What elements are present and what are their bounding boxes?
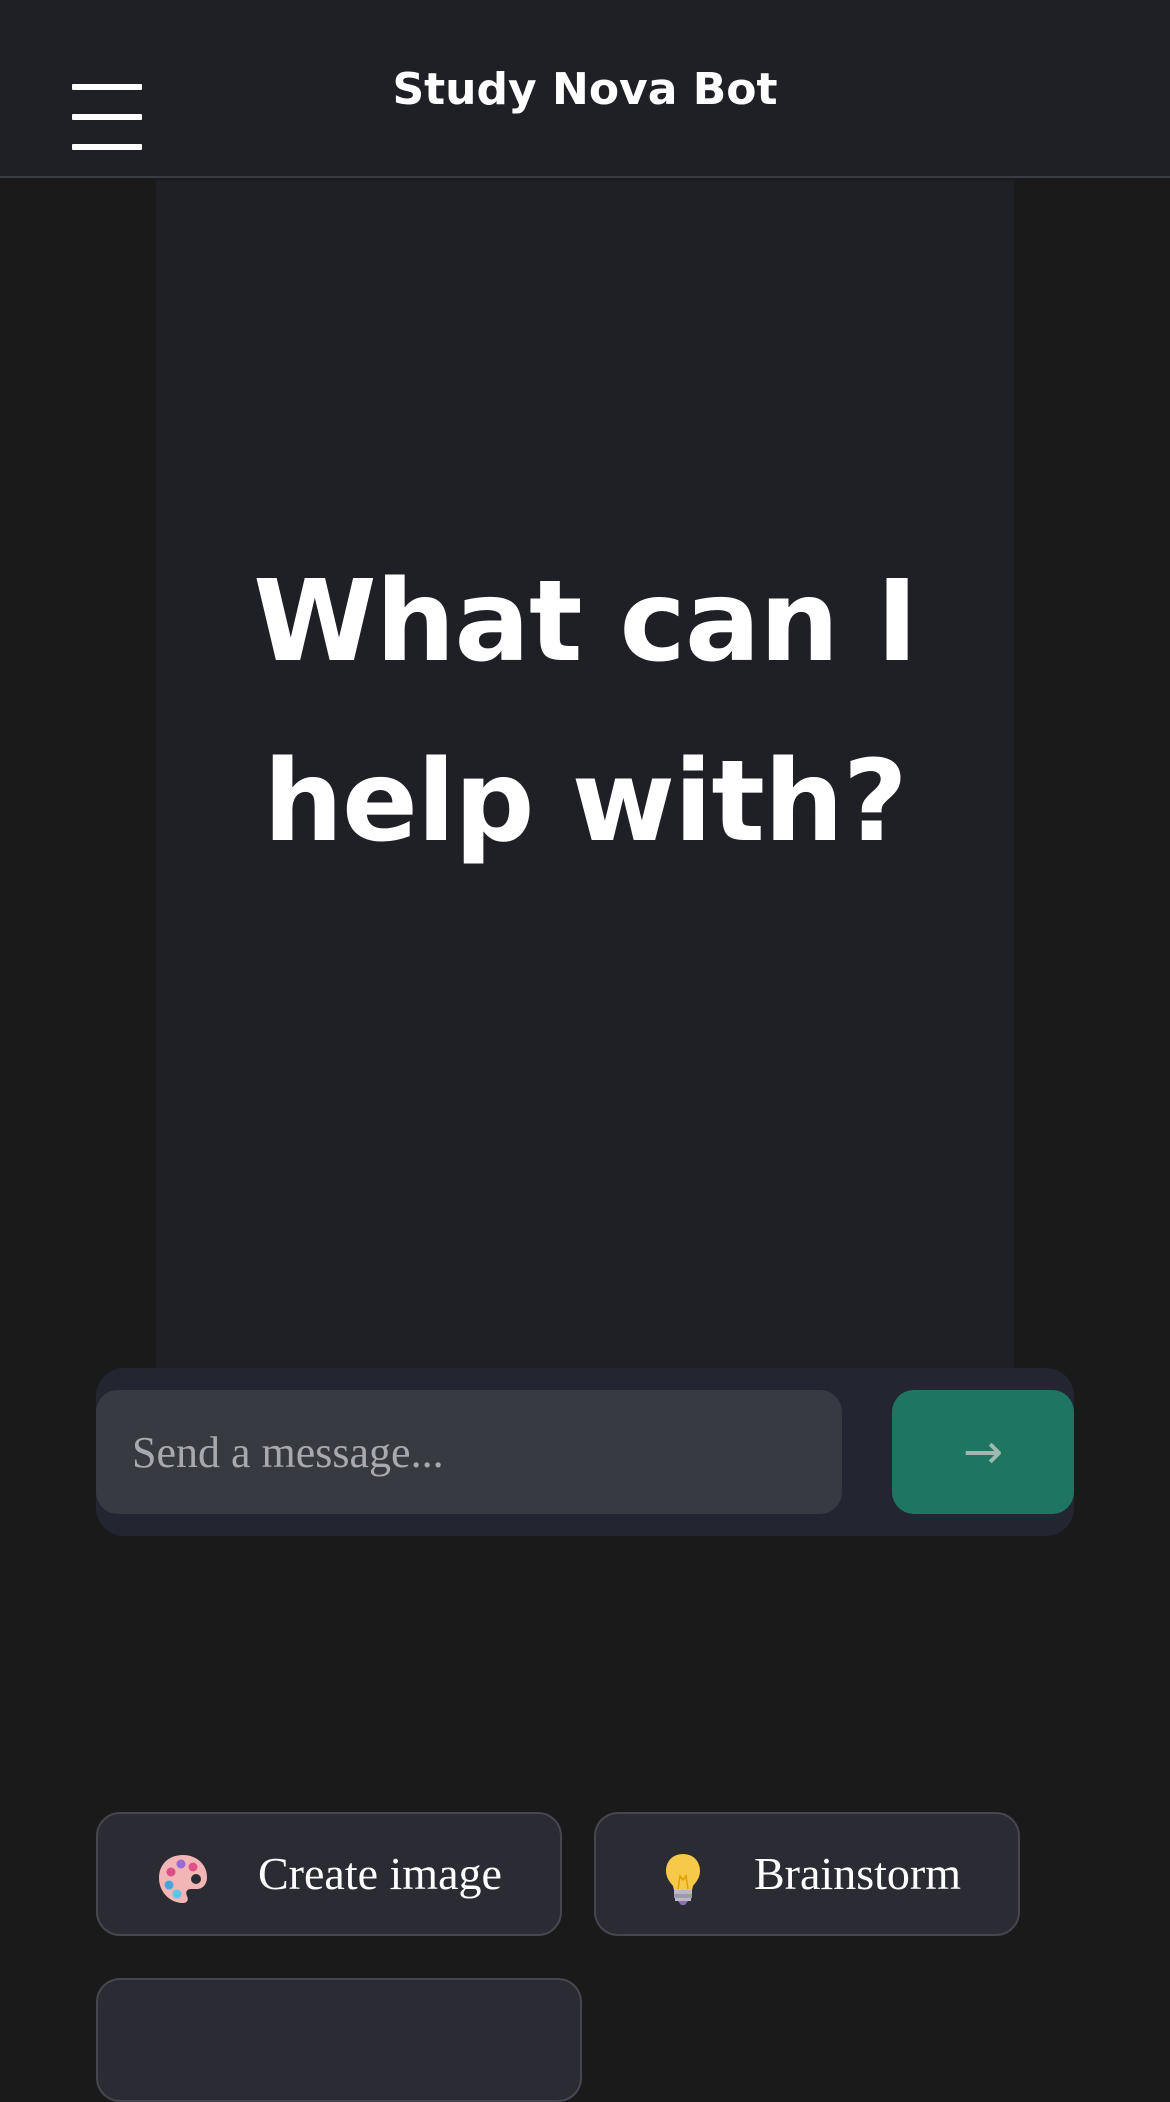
suggestion-label: Create image [258,1848,502,1899]
send-button[interactable]: → [892,1390,1074,1514]
welcome-heading: What can I help with? [156,532,1014,892]
palette-icon [159,1855,207,1903]
app-title: Study Nova Bot [392,64,778,115]
welcome-heading-line-1: What can I [253,557,918,687]
suggestion-create-image[interactable]: Create image [96,1812,562,1936]
message-input[interactable] [96,1390,842,1514]
welcome-heading-line-2: help with? [263,737,907,867]
suggestion-brainstorm[interactable]: Brainstorm [594,1812,1020,1936]
menu-line [72,144,142,150]
chat-area: What can I help with? [156,180,1014,1370]
lightbulb-icon [666,1854,700,1905]
suggestion-chip-partial[interactable] [96,1978,582,2102]
suggestion-label: Brainstorm [754,1848,961,1899]
message-composer: → [96,1368,1074,1536]
app-header: Study Nova Bot [0,0,1170,178]
